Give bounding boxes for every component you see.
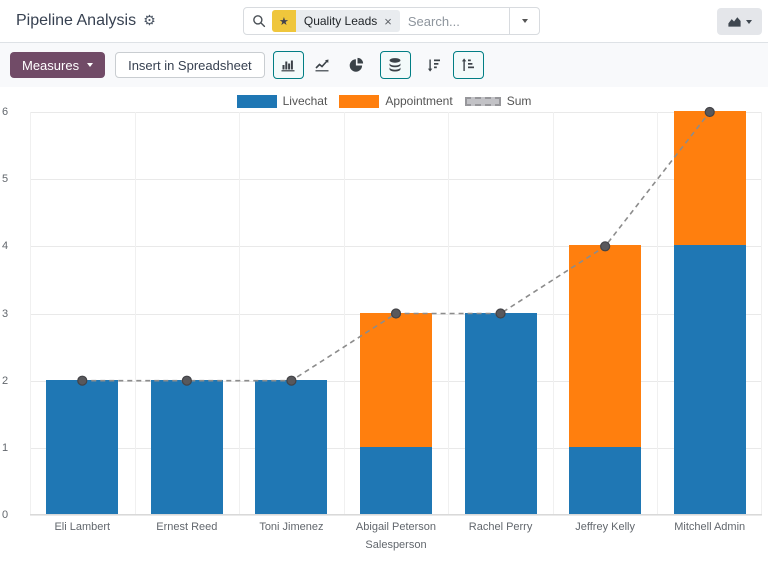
search-input[interactable] bbox=[400, 14, 509, 29]
page-title: Pipeline Analysis bbox=[16, 12, 136, 30]
sum-line bbox=[82, 112, 709, 381]
x-tick-label: Toni Jimenez bbox=[239, 521, 344, 533]
control-panel: Measures Insert in Spreadsheet bbox=[0, 43, 768, 87]
facet-body: Quality Leads × bbox=[296, 10, 400, 32]
sort-amount-desc-icon bbox=[426, 57, 442, 73]
legend-item-sum[interactable]: Sum bbox=[465, 94, 532, 108]
area-chart-icon bbox=[727, 14, 742, 29]
breadcrumb: Pipeline Analysis ⚙ bbox=[16, 12, 156, 30]
x-tick-label: Mitchell Admin bbox=[657, 521, 762, 533]
filter-facet[interactable]: ★ Quality Leads × bbox=[272, 10, 400, 32]
sum-marker[interactable] bbox=[392, 309, 401, 318]
remove-facet-icon[interactable]: × bbox=[384, 15, 392, 28]
bar-chart-button[interactable] bbox=[273, 51, 304, 79]
h-gridline bbox=[30, 515, 762, 516]
chart-legend: Livechat Appointment Sum bbox=[0, 94, 768, 108]
y-tick-label: 0 bbox=[2, 509, 22, 521]
x-tick-label: Abigail Peterson bbox=[344, 521, 449, 533]
measures-button[interactable]: Measures bbox=[10, 52, 105, 78]
sort-ascending-button[interactable] bbox=[453, 51, 484, 79]
line-chart-icon bbox=[314, 57, 330, 73]
y-tick-label: 4 bbox=[2, 240, 22, 252]
y-tick-label: 2 bbox=[2, 375, 22, 387]
search-bar[interactable]: ★ Quality Leads × bbox=[243, 7, 540, 35]
sum-marker[interactable] bbox=[182, 376, 191, 385]
sum-marker[interactable] bbox=[78, 376, 87, 385]
pie-chart-icon bbox=[348, 57, 364, 73]
y-tick-label: 3 bbox=[2, 308, 22, 320]
graph-view: Livechat Appointment Sum 0 1 2 3 4 5 6 Eli Lambe… bbox=[0, 87, 768, 563]
x-tick-label: Eli Lambert bbox=[30, 521, 135, 533]
stacked-toggle-button[interactable] bbox=[380, 51, 411, 79]
line-chart-button[interactable] bbox=[307, 51, 338, 79]
chart-type-group bbox=[273, 51, 372, 79]
gear-icon[interactable]: ⚙ bbox=[143, 14, 156, 28]
legend-swatch bbox=[339, 95, 379, 108]
legend-item-livechat[interactable]: Livechat bbox=[237, 94, 328, 108]
sum-marker[interactable] bbox=[705, 108, 714, 117]
stacked-group bbox=[380, 51, 411, 79]
bar-chart-icon bbox=[280, 57, 296, 73]
sum-marker[interactable] bbox=[601, 242, 610, 251]
legend-label: Sum bbox=[507, 94, 532, 108]
legend-item-appointment[interactable]: Appointment bbox=[339, 94, 452, 108]
chevron-down-icon bbox=[746, 20, 752, 24]
sort-descending-button[interactable] bbox=[419, 51, 450, 79]
stacked-icon bbox=[387, 57, 403, 73]
legend-label: Livechat bbox=[283, 94, 328, 108]
x-axis-title: Salesperson bbox=[30, 539, 762, 551]
search-dropdown-toggle[interactable] bbox=[509, 8, 539, 34]
y-tick-label: 5 bbox=[2, 173, 22, 185]
view-switcher-button[interactable] bbox=[717, 8, 762, 35]
sort-group bbox=[419, 51, 484, 79]
insert-in-spreadsheet-button[interactable]: Insert in Spreadsheet bbox=[115, 52, 265, 78]
chevron-down-icon bbox=[522, 19, 528, 23]
pipeline-analysis-app: Pipeline Analysis ⚙ ★ Quality Leads × bbox=[0, 0, 768, 564]
sum-marker[interactable] bbox=[287, 376, 296, 385]
y-tick-label: 6 bbox=[2, 106, 22, 118]
chevron-down-icon bbox=[87, 63, 93, 67]
favorite-star-icon: ★ bbox=[272, 10, 296, 32]
x-tick-label: Jeffrey Kelly bbox=[553, 521, 658, 533]
legend-swatch bbox=[465, 97, 501, 106]
sort-amount-asc-icon bbox=[460, 57, 476, 73]
plot-area bbox=[30, 112, 762, 515]
header: Pipeline Analysis ⚙ ★ Quality Leads × bbox=[0, 0, 768, 43]
sum-line-layer bbox=[30, 112, 762, 515]
measures-label: Measures bbox=[22, 58, 79, 73]
y-tick-label: 1 bbox=[2, 442, 22, 454]
facet-label: Quality Leads bbox=[304, 14, 377, 28]
x-tick-label: Rachel Perry bbox=[448, 521, 553, 533]
search-icon bbox=[252, 14, 266, 28]
legend-swatch bbox=[237, 95, 277, 108]
legend-label: Appointment bbox=[385, 94, 452, 108]
pie-chart-button[interactable] bbox=[341, 51, 372, 79]
sum-marker[interactable] bbox=[496, 309, 505, 318]
x-tick-label: Ernest Reed bbox=[135, 521, 240, 533]
